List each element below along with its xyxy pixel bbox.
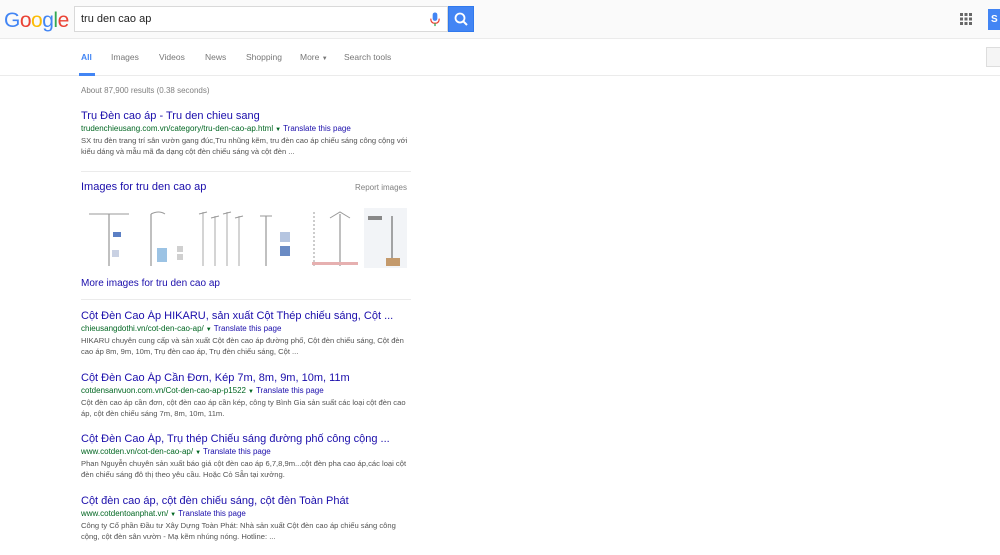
tab-search-tools[interactable]: Search tools [344,52,391,62]
result-stats: About 87,900 results (0.38 seconds) [81,86,210,95]
result-snippet: Công ty Cổ phần Đầu tư Xây Dựng Toàn Phá… [81,521,396,541]
dropdown-arrow-icon[interactable]: ▼ [170,512,176,518]
result-url: www.cotdentoanphat.vn/ [81,509,169,518]
divider [81,171,411,172]
result-url: trudenchieusang.com.vn/category/tru-den-… [81,124,274,133]
image-strip [81,208,407,268]
tab-shopping[interactable]: Shopping [246,52,282,62]
google-logo[interactable]: Google [4,9,69,33]
tab-news[interactable]: News [205,52,226,62]
search-input[interactable] [81,11,421,27]
more-images-link[interactable]: More images for tru den cao ap [81,278,220,289]
dropdown-arrow-icon[interactable]: ▼ [195,450,201,456]
search-icon [454,12,468,26]
result-url: www.cotden.vn/cot-den-cao-ap/ [81,447,194,456]
translate-link[interactable]: Translate this page [178,509,246,518]
image-thumbnail[interactable] [252,208,307,268]
search-result: Cột đèn cao áp, cột đèn chiếu sáng, cột … [81,495,411,542]
result-url-row: www.cotden.vn/cot-den-cao-ap/▼ Translate … [81,446,411,459]
sign-in-button[interactable]: S [988,9,1000,30]
settings-button[interactable] [986,47,1000,67]
apps-grid-icon[interactable] [960,13,972,25]
tab-more-label: More [300,52,320,62]
result-snippet: Phan Nguyễn chuyên sản xuất báo giá cột … [81,459,407,479]
translate-link[interactable]: Translate this page [214,324,282,333]
divider [81,299,411,300]
result-title[interactable]: Cột Đèn Cao Áp, Trụ thép Chiếu sáng đườn… [81,433,411,446]
search-result: Cột Đèn Cao Áp Cần Đơn, Kép 7m, 8m, 9m, … [81,372,411,419]
tab-more[interactable]: More ▼ [300,52,328,62]
search-result: Cột Đèn Cao Áp HIKARU, sản xuất Cột Thép… [81,310,411,357]
images-header: Images for tru den cao ap Report images [81,181,407,195]
result-url-row: cotdensanvuon.com.vn/Cot-den-cao-ap-p152… [81,385,411,398]
search-box [74,6,448,32]
chevron-down-icon: ▼ [321,56,328,62]
result-title[interactable]: Cột Đèn Cao Áp HIKARU, sản xuất Cột Thép… [81,310,411,323]
tab-videos[interactable]: Videos [159,52,185,62]
result-url-row: www.cotdentoanphat.vn/▼ Translate this pa… [81,508,411,521]
report-images-link[interactable]: Report images [355,183,407,192]
search-result: Trụ Đèn cao áp - Tru den chieu sang trud… [81,110,411,157]
search-result: Cột Đèn Cao Áp, Trụ thép Chiếu sáng đườn… [81,433,411,480]
result-url-row: trudenchieusang.com.vn/category/tru-den-… [81,123,411,136]
images-title[interactable]: Images for tru den cao ap [81,181,206,193]
result-url-row: chieusangdothi.vn/cot-den-cao-ap/▼ Transl… [81,323,411,336]
dropdown-arrow-icon[interactable]: ▼ [206,327,212,333]
search-tabs: All Images Videos News Shopping More ▼ S… [0,39,1000,76]
image-thumbnail[interactable] [81,208,136,268]
translate-link[interactable]: Translate this page [283,124,351,133]
image-thumbnail[interactable] [197,208,249,268]
result-title[interactable]: Cột đèn cao áp, cột đèn chiếu sáng, cột … [81,495,411,508]
result-snippet: HIKARU chuyên cung cấp và sản xuất Cột đ… [81,336,404,356]
tab-images[interactable]: Images [111,52,139,62]
dropdown-arrow-icon[interactable]: ▼ [275,127,281,133]
active-tab-indicator [79,73,95,76]
result-snippet: Cột đèn cao áp cần đơn, cột đèn cao áp c… [81,398,406,418]
top-bar: Google S [0,0,1000,39]
result-title[interactable]: Trụ Đèn cao áp - Tru den chieu sang [81,110,411,123]
image-thumbnail[interactable] [310,208,360,268]
translate-link[interactable]: Translate this page [203,447,271,456]
image-thumbnail[interactable] [139,208,194,268]
result-url: cotdensanvuon.com.vn/Cot-den-cao-ap-p152… [81,386,246,395]
result-url: chieusangdothi.vn/cot-den-cao-ap/ [81,324,204,333]
tab-all[interactable]: All [81,52,92,62]
result-snippet: SX tru đèn trang trí sân vườn gang đúc,T… [81,136,408,156]
microphone-icon[interactable] [429,12,441,27]
result-title[interactable]: Cột Đèn Cao Áp Cần Đơn, Kép 7m, 8m, 9m, … [81,372,411,385]
image-thumbnail[interactable] [364,208,407,268]
search-button[interactable] [448,6,474,32]
dropdown-arrow-icon[interactable]: ▼ [248,389,254,395]
translate-link[interactable]: Translate this page [256,386,324,395]
